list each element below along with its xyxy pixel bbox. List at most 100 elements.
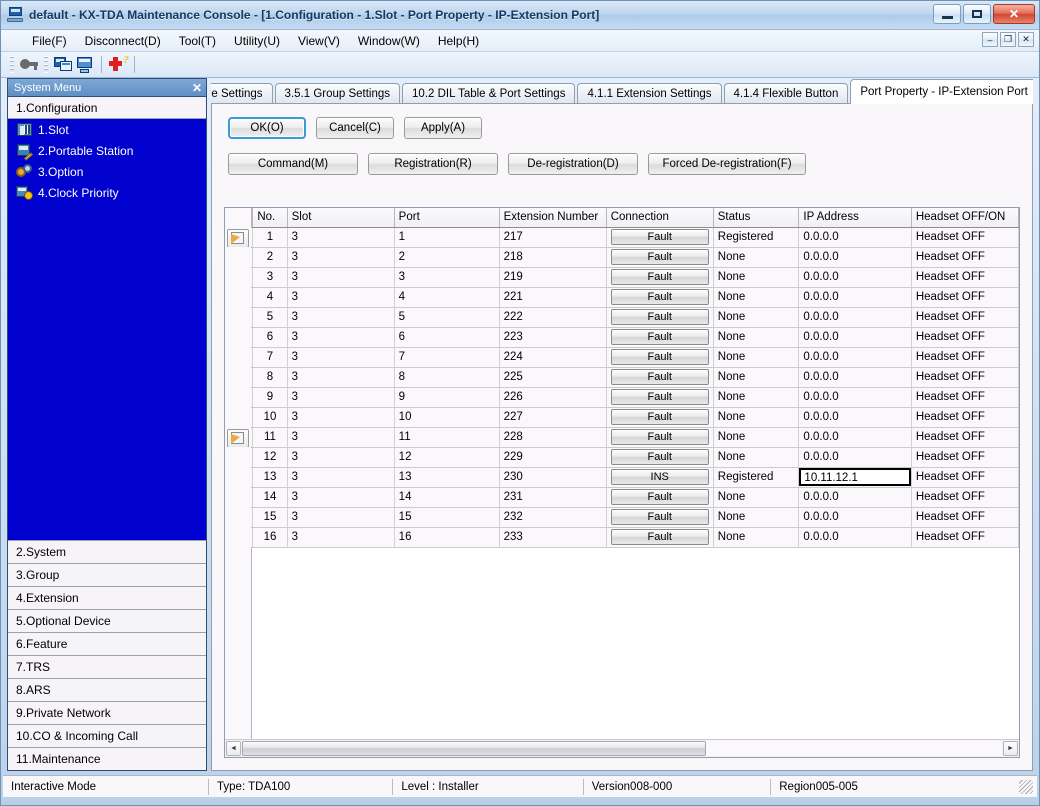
cell-headset[interactable]: Headset OFF bbox=[911, 247, 1019, 268]
row-header-cell[interactable] bbox=[225, 407, 254, 428]
connect-monitor-icon[interactable] bbox=[53, 55, 73, 74]
table-row[interactable]: 8 3 8 225 Fault None 0.0.0.0 Headset OFF bbox=[225, 367, 1019, 388]
cell-slot[interactable]: 3 bbox=[287, 227, 395, 248]
connection-status-button[interactable]: Fault bbox=[610, 529, 709, 545]
table-row[interactable]: 10 3 10 227 Fault None 0.0.0.0 Headset OFF bbox=[225, 407, 1019, 428]
cell-headset[interactable]: Headset OFF bbox=[911, 527, 1019, 548]
registration-button[interactable]: Registration(R) bbox=[368, 153, 498, 175]
row-header-cell[interactable] bbox=[225, 527, 254, 548]
cell-ip-address[interactable]: 0.0.0.0 bbox=[798, 427, 912, 448]
cell-connection[interactable]: Fault bbox=[606, 527, 714, 548]
cell-extension-number[interactable]: 217 bbox=[499, 227, 607, 248]
apply-button[interactable]: Apply(A) bbox=[404, 117, 482, 139]
cell-port[interactable]: 10 bbox=[394, 407, 500, 428]
help-icon[interactable]: ? bbox=[108, 54, 129, 74]
cell-status[interactable]: None bbox=[713, 487, 800, 508]
sidebar-item-extension[interactable]: 4.Extension bbox=[8, 586, 206, 609]
cell-ip-address[interactable]: 0.0.0.0 bbox=[798, 227, 912, 248]
table-row[interactable]: 4 3 4 221 Fault None 0.0.0.0 Headset OFF bbox=[225, 287, 1019, 308]
cell-status[interactable]: Registered bbox=[713, 227, 800, 248]
cell-headset[interactable]: Headset OFF bbox=[911, 227, 1019, 248]
forced-de-registration-button[interactable]: Forced De-registration(F) bbox=[648, 153, 806, 175]
connection-status-button[interactable]: Fault bbox=[610, 329, 709, 345]
cell-connection[interactable]: Fault bbox=[606, 447, 714, 468]
sidebar-item-private-network[interactable]: 9.Private Network bbox=[8, 701, 206, 724]
connection-status-button[interactable]: INS bbox=[610, 469, 709, 485]
cell-slot[interactable]: 3 bbox=[287, 287, 395, 308]
cell-connection[interactable]: Fault bbox=[606, 287, 714, 308]
sidebar-item-slot[interactable]: 1.Slot bbox=[8, 119, 206, 140]
table-row[interactable]: 15 3 15 232 Fault None 0.0.0.0 Headset OFF bbox=[225, 507, 1019, 528]
sidebar-item-system[interactable]: 2.System bbox=[8, 540, 206, 563]
table-row[interactable]: 16 3 16 233 Fault None 0.0.0.0 Headset OFF bbox=[225, 527, 1019, 548]
tab-flexible-button[interactable]: 4.1.4 Flexible Button bbox=[723, 83, 849, 104]
table-row[interactable]: 7 3 7 224 Fault None 0.0.0.0 Headset OFF bbox=[225, 347, 1019, 368]
scroll-right-icon[interactable]: ► bbox=[1003, 741, 1018, 756]
cell-port[interactable]: 15 bbox=[394, 507, 500, 528]
sidebar-item-portable-station[interactable]: 2.Portable Station bbox=[8, 140, 206, 161]
table-row[interactable]: 13 3 13 230 INS Registered 10.11.12.1 Headset O… bbox=[225, 467, 1019, 488]
cell-extension-number[interactable]: 222 bbox=[499, 307, 607, 328]
column-header-no[interactable]: No. bbox=[252, 208, 288, 228]
cell-slot[interactable]: 3 bbox=[287, 507, 395, 528]
cell-extension-number[interactable]: 224 bbox=[499, 347, 607, 368]
cell-connection[interactable]: Fault bbox=[606, 307, 714, 328]
connection-status-button[interactable]: Fault bbox=[610, 269, 709, 285]
cell-no[interactable]: 7 bbox=[252, 347, 288, 368]
toolbar-grip-2[interactable] bbox=[44, 56, 48, 73]
cell-no[interactable]: 8 bbox=[252, 367, 288, 388]
cell-no[interactable]: 12 bbox=[252, 447, 288, 468]
menu-file[interactable]: File(F) bbox=[23, 32, 76, 50]
mdi-close-button[interactable]: ✕ bbox=[1018, 32, 1034, 47]
cell-port[interactable]: 16 bbox=[394, 527, 500, 548]
cell-extension-number[interactable]: 228 bbox=[499, 427, 607, 448]
cell-ip-address[interactable]: 0.0.0.0 bbox=[798, 507, 912, 528]
table-row[interactable]: 11 3 11 228 Fault None 0.0.0.0 Headset OFF bbox=[225, 427, 1019, 448]
connection-status-button[interactable]: Fault bbox=[610, 369, 709, 385]
row-header-cell[interactable] bbox=[225, 487, 254, 508]
cell-ip-address[interactable]: 0.0.0.0 bbox=[798, 387, 912, 408]
menu-window[interactable]: Window(W) bbox=[349, 32, 429, 50]
connection-status-button[interactable]: Fault bbox=[610, 289, 709, 305]
cell-no[interactable]: 13 bbox=[252, 467, 288, 488]
row-header-cell[interactable] bbox=[225, 267, 254, 288]
cell-headset[interactable]: Headset OFF bbox=[911, 307, 1019, 328]
cell-connection[interactable]: Fault bbox=[606, 347, 714, 368]
column-header-extension-number[interactable]: Extension Number bbox=[499, 208, 607, 228]
cell-status[interactable]: None bbox=[713, 407, 800, 428]
cell-status[interactable]: Registered bbox=[713, 467, 800, 488]
cell-port[interactable]: 11 bbox=[394, 427, 500, 448]
cell-status[interactable]: None bbox=[713, 527, 800, 548]
cell-slot[interactable]: 3 bbox=[287, 527, 395, 548]
resize-grip[interactable] bbox=[1019, 779, 1033, 794]
cell-connection[interactable]: Fault bbox=[606, 267, 714, 288]
cell-slot[interactable]: 3 bbox=[287, 267, 395, 288]
menu-disconnect[interactable]: Disconnect(D) bbox=[76, 32, 170, 50]
cell-status[interactable]: None bbox=[713, 427, 800, 448]
cell-headset[interactable]: Headset OFF bbox=[911, 447, 1019, 468]
connection-status-button[interactable]: Fault bbox=[610, 249, 709, 265]
connection-status-button[interactable]: Fault bbox=[610, 389, 709, 405]
cell-ip-address[interactable]: 0.0.0.0 bbox=[798, 307, 912, 328]
cell-slot[interactable]: 3 bbox=[287, 347, 395, 368]
mdi-restore-button[interactable]: ❐ bbox=[1000, 32, 1016, 47]
sidebar-item-trs[interactable]: 7.TRS bbox=[8, 655, 206, 678]
cell-headset[interactable]: Headset OFF bbox=[911, 367, 1019, 388]
cell-status[interactable]: None bbox=[713, 327, 800, 348]
cell-no[interactable]: 3 bbox=[252, 267, 288, 288]
cell-status[interactable]: None bbox=[713, 447, 800, 468]
cell-status[interactable]: None bbox=[713, 267, 800, 288]
cell-port[interactable]: 5 bbox=[394, 307, 500, 328]
scrollbar-thumb[interactable] bbox=[242, 741, 706, 756]
table-row[interactable]: 6 3 6 223 Fault None 0.0.0.0 Headset OFF bbox=[225, 327, 1019, 348]
cell-port[interactable]: 9 bbox=[394, 387, 500, 408]
connection-status-button[interactable]: Fault bbox=[610, 449, 709, 465]
cancel-button[interactable]: Cancel(C) bbox=[316, 117, 394, 139]
cell-extension-number[interactable]: 218 bbox=[499, 247, 607, 268]
row-header-cell[interactable] bbox=[225, 327, 254, 348]
cell-ip-address[interactable]: 0.0.0.0 bbox=[798, 407, 912, 428]
table-row[interactable]: 5 3 5 222 Fault None 0.0.0.0 Headset OFF bbox=[225, 307, 1019, 328]
cell-connection[interactable]: Fault bbox=[606, 507, 714, 528]
cell-status[interactable]: None bbox=[713, 507, 800, 528]
column-header-ip-address[interactable]: IP Address bbox=[798, 208, 912, 228]
